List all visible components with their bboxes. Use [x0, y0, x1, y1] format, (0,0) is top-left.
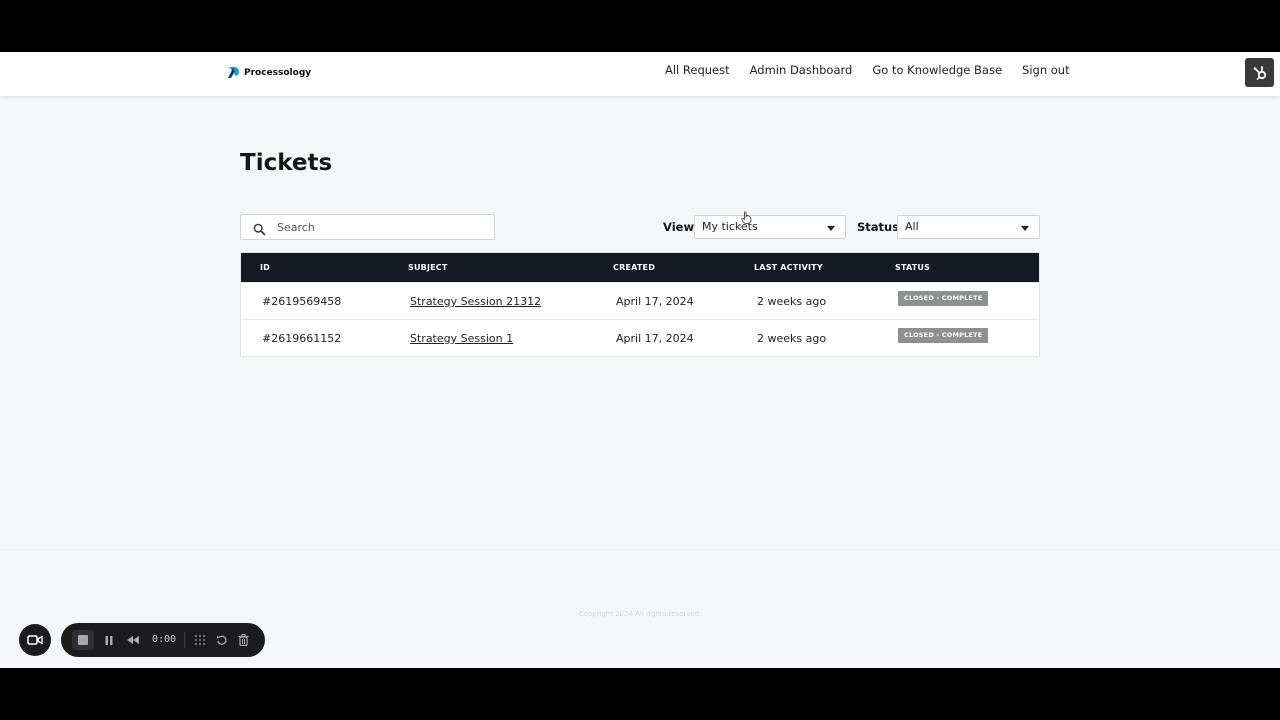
video-letterbox-top	[0, 0, 1280, 52]
search-icon	[253, 221, 266, 240]
copyright-text: Copyright 2024 All rights reserved.	[578, 610, 702, 618]
search-field[interactable]	[240, 214, 495, 240]
brand-logo[interactable]: Processology	[227, 66, 311, 79]
ticket-last-activity: 2 weeks ago	[757, 295, 827, 308]
page: Processology All Request Admin Dashboard…	[0, 52, 1280, 668]
status-badge: CLOSED - COMPLETE	[898, 291, 989, 306]
top-navbar: Processology All Request Admin Dashboard…	[0, 52, 1280, 96]
table-row[interactable]: #2619569458 Strategy Session 21312 April…	[241, 282, 1039, 319]
table-row[interactable]: #2619661152 Strategy Session 1 April 17,…	[241, 319, 1039, 356]
ticket-created: April 17, 2024	[616, 295, 694, 308]
column-header-status[interactable]: STATUS	[895, 263, 930, 272]
chevron-down-icon	[1021, 226, 1029, 231]
hubspot-sprocket-icon[interactable]	[1245, 58, 1274, 87]
processology-logo-icon	[228, 67, 239, 78]
ticket-id: #2619661152	[262, 332, 342, 345]
status-badge: CLOSED - COMPLETE	[898, 328, 989, 343]
column-header-subject[interactable]: SUBJECT	[408, 263, 448, 272]
view-filter-label: View	[663, 220, 695, 234]
ticket-created: April 17, 2024	[616, 332, 694, 345]
nav-link-all-request[interactable]: All Request	[665, 63, 730, 77]
ticket-id: #2619569458	[262, 295, 342, 308]
pause-icon[interactable]	[100, 631, 118, 649]
column-header-last-activity[interactable]: LAST ACTIVITY	[754, 263, 823, 272]
table-header: ID SUBJECT CREATED LAST ACTIVITY STATUS	[241, 253, 1039, 282]
trash-icon[interactable]	[234, 631, 252, 649]
ticket-subject-link[interactable]: Strategy Session 21312	[410, 295, 541, 308]
view-select[interactable]: My tickets	[694, 215, 846, 239]
nav-links: All Request Admin Dashboard Go to Knowle…	[665, 63, 1070, 77]
recording-controls: 0:00	[61, 623, 265, 657]
nav-link-knowledge-base[interactable]: Go to Knowledge Base	[872, 63, 1002, 77]
ticket-last-activity: 2 weeks ago	[757, 332, 827, 345]
video-letterbox-bottom	[0, 668, 1280, 720]
recording-timer: 0:00	[152, 634, 177, 645]
ticket-subject-link[interactable]: Strategy Session 1	[410, 332, 513, 345]
tickets-table: ID SUBJECT CREATED LAST ACTIVITY STATUS …	[240, 252, 1040, 357]
rewind-icon[interactable]	[124, 631, 142, 649]
grid-icon[interactable]	[191, 631, 209, 649]
chevron-down-icon	[827, 226, 835, 231]
hand-cursor-icon	[741, 209, 752, 228]
restart-icon[interactable]	[213, 631, 231, 649]
search-input[interactable]	[277, 219, 487, 235]
nav-link-sign-out[interactable]: Sign out	[1022, 63, 1070, 77]
nav-link-admin-dashboard[interactable]: Admin Dashboard	[750, 63, 853, 77]
column-header-id[interactable]: ID	[260, 263, 270, 272]
status-select-value: All	[905, 220, 919, 233]
camera-icon[interactable]	[19, 624, 51, 656]
divider	[184, 632, 185, 648]
stop-icon[interactable]	[72, 630, 94, 650]
column-header-created[interactable]: CREATED	[613, 263, 655, 272]
status-select[interactable]: All	[897, 215, 1040, 239]
brand-name: Processology	[244, 67, 312, 78]
status-filter-label: Status	[857, 220, 900, 234]
page-title: Tickets	[240, 150, 333, 176]
